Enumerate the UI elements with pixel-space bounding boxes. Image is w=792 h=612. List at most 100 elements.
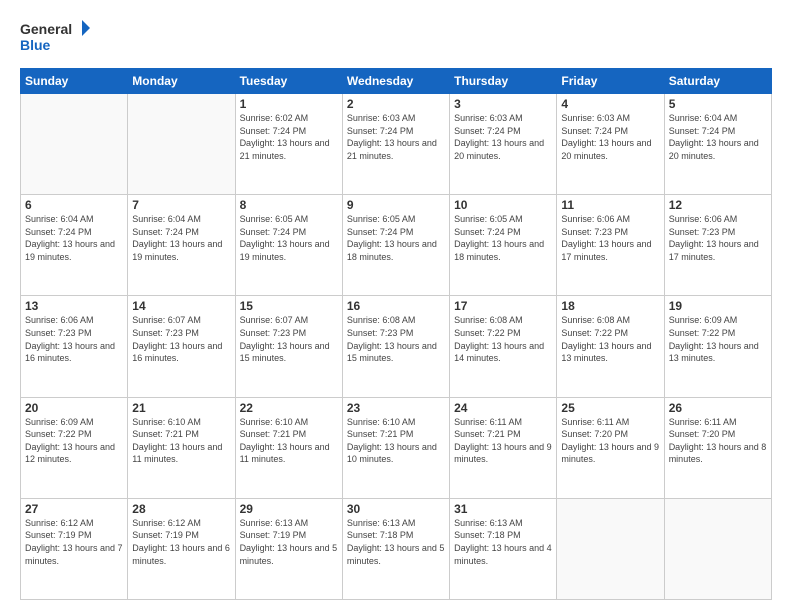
calendar-day-cell: 19Sunrise: 6:09 AMSunset: 7:22 PMDayligh…: [664, 296, 771, 397]
day-number: 28: [132, 502, 230, 516]
weekday-header: Monday: [128, 69, 235, 94]
day-number: 15: [240, 299, 338, 313]
day-info: Sunrise: 6:11 AMSunset: 7:20 PMDaylight:…: [669, 416, 767, 466]
day-info: Sunrise: 6:10 AMSunset: 7:21 PMDaylight:…: [240, 416, 338, 466]
day-number: 1: [240, 97, 338, 111]
day-info: Sunrise: 6:07 AMSunset: 7:23 PMDaylight:…: [132, 314, 230, 364]
day-info: Sunrise: 6:09 AMSunset: 7:22 PMDaylight:…: [669, 314, 767, 364]
calendar-day-cell: 18Sunrise: 6:08 AMSunset: 7:22 PMDayligh…: [557, 296, 664, 397]
day-number: 13: [25, 299, 123, 313]
day-number: 19: [669, 299, 767, 313]
day-number: 27: [25, 502, 123, 516]
day-info: Sunrise: 6:08 AMSunset: 7:23 PMDaylight:…: [347, 314, 445, 364]
calendar-day-cell: 2Sunrise: 6:03 AMSunset: 7:24 PMDaylight…: [342, 94, 449, 195]
calendar-day-cell: [664, 498, 771, 599]
calendar-day-cell: 28Sunrise: 6:12 AMSunset: 7:19 PMDayligh…: [128, 498, 235, 599]
calendar-day-cell: 1Sunrise: 6:02 AMSunset: 7:24 PMDaylight…: [235, 94, 342, 195]
day-number: 16: [347, 299, 445, 313]
calendar-day-cell: 25Sunrise: 6:11 AMSunset: 7:20 PMDayligh…: [557, 397, 664, 498]
day-number: 25: [561, 401, 659, 415]
calendar-day-cell: [21, 94, 128, 195]
day-info: Sunrise: 6:08 AMSunset: 7:22 PMDaylight:…: [454, 314, 552, 364]
weekday-header: Wednesday: [342, 69, 449, 94]
calendar-day-cell: 31Sunrise: 6:13 AMSunset: 7:18 PMDayligh…: [450, 498, 557, 599]
day-number: 9: [347, 198, 445, 212]
calendar-day-cell: 20Sunrise: 6:09 AMSunset: 7:22 PMDayligh…: [21, 397, 128, 498]
svg-text:General: General: [20, 21, 72, 37]
calendar-day-cell: 8Sunrise: 6:05 AMSunset: 7:24 PMDaylight…: [235, 195, 342, 296]
calendar-day-cell: 15Sunrise: 6:07 AMSunset: 7:23 PMDayligh…: [235, 296, 342, 397]
weekday-header: Sunday: [21, 69, 128, 94]
calendar-week-row: 13Sunrise: 6:06 AMSunset: 7:23 PMDayligh…: [21, 296, 772, 397]
calendar-day-cell: 3Sunrise: 6:03 AMSunset: 7:24 PMDaylight…: [450, 94, 557, 195]
day-number: 29: [240, 502, 338, 516]
calendar-week-row: 6Sunrise: 6:04 AMSunset: 7:24 PMDaylight…: [21, 195, 772, 296]
calendar-day-cell: 12Sunrise: 6:06 AMSunset: 7:23 PMDayligh…: [664, 195, 771, 296]
day-info: Sunrise: 6:10 AMSunset: 7:21 PMDaylight:…: [347, 416, 445, 466]
day-info: Sunrise: 6:05 AMSunset: 7:24 PMDaylight:…: [347, 213, 445, 263]
day-number: 10: [454, 198, 552, 212]
calendar-day-cell: 6Sunrise: 6:04 AMSunset: 7:24 PMDaylight…: [21, 195, 128, 296]
weekday-header: Friday: [557, 69, 664, 94]
calendar-day-cell: 26Sunrise: 6:11 AMSunset: 7:20 PMDayligh…: [664, 397, 771, 498]
calendar-day-cell: 23Sunrise: 6:10 AMSunset: 7:21 PMDayligh…: [342, 397, 449, 498]
header: General Blue: [20, 18, 772, 60]
day-number: 18: [561, 299, 659, 313]
day-info: Sunrise: 6:10 AMSunset: 7:21 PMDaylight:…: [132, 416, 230, 466]
day-number: 3: [454, 97, 552, 111]
day-info: Sunrise: 6:04 AMSunset: 7:24 PMDaylight:…: [132, 213, 230, 263]
day-number: 20: [25, 401, 123, 415]
day-info: Sunrise: 6:07 AMSunset: 7:23 PMDaylight:…: [240, 314, 338, 364]
day-number: 26: [669, 401, 767, 415]
calendar-day-cell: [557, 498, 664, 599]
day-info: Sunrise: 6:04 AMSunset: 7:24 PMDaylight:…: [669, 112, 767, 162]
calendar-day-cell: 9Sunrise: 6:05 AMSunset: 7:24 PMDaylight…: [342, 195, 449, 296]
calendar-day-cell: 4Sunrise: 6:03 AMSunset: 7:24 PMDaylight…: [557, 94, 664, 195]
day-number: 5: [669, 97, 767, 111]
day-number: 30: [347, 502, 445, 516]
calendar-day-cell: 16Sunrise: 6:08 AMSunset: 7:23 PMDayligh…: [342, 296, 449, 397]
calendar-day-cell: 24Sunrise: 6:11 AMSunset: 7:21 PMDayligh…: [450, 397, 557, 498]
day-info: Sunrise: 6:08 AMSunset: 7:22 PMDaylight:…: [561, 314, 659, 364]
day-info: Sunrise: 6:12 AMSunset: 7:19 PMDaylight:…: [132, 517, 230, 567]
header-row: SundayMondayTuesdayWednesdayThursdayFrid…: [21, 69, 772, 94]
calendar-week-row: 20Sunrise: 6:09 AMSunset: 7:22 PMDayligh…: [21, 397, 772, 498]
calendar-day-cell: [128, 94, 235, 195]
day-info: Sunrise: 6:06 AMSunset: 7:23 PMDaylight:…: [25, 314, 123, 364]
day-info: Sunrise: 6:05 AMSunset: 7:24 PMDaylight:…: [240, 213, 338, 263]
day-number: 12: [669, 198, 767, 212]
day-info: Sunrise: 6:02 AMSunset: 7:24 PMDaylight:…: [240, 112, 338, 162]
day-number: 11: [561, 198, 659, 212]
calendar-day-cell: 14Sunrise: 6:07 AMSunset: 7:23 PMDayligh…: [128, 296, 235, 397]
day-number: 14: [132, 299, 230, 313]
day-number: 17: [454, 299, 552, 313]
calendar-day-cell: 5Sunrise: 6:04 AMSunset: 7:24 PMDaylight…: [664, 94, 771, 195]
day-number: 21: [132, 401, 230, 415]
day-number: 8: [240, 198, 338, 212]
day-number: 2: [347, 97, 445, 111]
day-number: 4: [561, 97, 659, 111]
day-info: Sunrise: 6:09 AMSunset: 7:22 PMDaylight:…: [25, 416, 123, 466]
day-info: Sunrise: 6:12 AMSunset: 7:19 PMDaylight:…: [25, 517, 123, 567]
weekday-header: Thursday: [450, 69, 557, 94]
day-info: Sunrise: 6:11 AMSunset: 7:20 PMDaylight:…: [561, 416, 659, 466]
logo: General Blue: [20, 18, 90, 60]
day-info: Sunrise: 6:05 AMSunset: 7:24 PMDaylight:…: [454, 213, 552, 263]
day-info: Sunrise: 6:13 AMSunset: 7:18 PMDaylight:…: [347, 517, 445, 567]
calendar-day-cell: 11Sunrise: 6:06 AMSunset: 7:23 PMDayligh…: [557, 195, 664, 296]
weekday-header: Saturday: [664, 69, 771, 94]
calendar-day-cell: 13Sunrise: 6:06 AMSunset: 7:23 PMDayligh…: [21, 296, 128, 397]
day-number: 24: [454, 401, 552, 415]
day-info: Sunrise: 6:03 AMSunset: 7:24 PMDaylight:…: [454, 112, 552, 162]
day-number: 22: [240, 401, 338, 415]
day-info: Sunrise: 6:06 AMSunset: 7:23 PMDaylight:…: [669, 213, 767, 263]
calendar-day-cell: 27Sunrise: 6:12 AMSunset: 7:19 PMDayligh…: [21, 498, 128, 599]
day-number: 6: [25, 198, 123, 212]
logo-svg: General Blue: [20, 18, 90, 60]
day-info: Sunrise: 6:13 AMSunset: 7:18 PMDaylight:…: [454, 517, 552, 567]
calendar-week-row: 1Sunrise: 6:02 AMSunset: 7:24 PMDaylight…: [21, 94, 772, 195]
day-info: Sunrise: 6:03 AMSunset: 7:24 PMDaylight:…: [347, 112, 445, 162]
calendar-week-row: 27Sunrise: 6:12 AMSunset: 7:19 PMDayligh…: [21, 498, 772, 599]
calendar-day-cell: 21Sunrise: 6:10 AMSunset: 7:21 PMDayligh…: [128, 397, 235, 498]
day-info: Sunrise: 6:04 AMSunset: 7:24 PMDaylight:…: [25, 213, 123, 263]
